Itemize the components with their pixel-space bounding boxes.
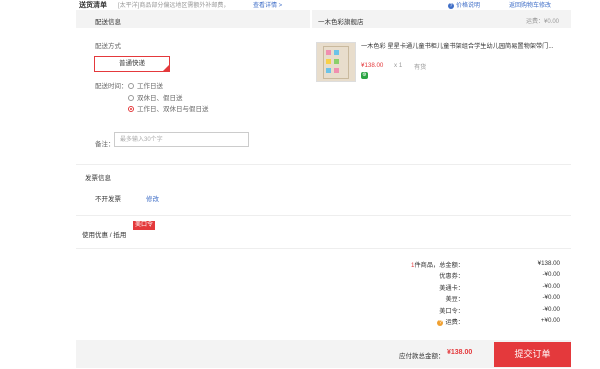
summary-token-label: 美口令： [439,308,464,315]
delivery-time-option-label: 双休日、假日送 [137,95,183,102]
shelf-bin [326,59,331,64]
delivery-time-option-weekdays[interactable]: 工作日送 [128,80,163,90]
pay-total-label: 应付款总金额： [399,353,445,360]
page-title: 送货清单 [79,2,107,9]
summary-freight-label: ? 运费： [364,317,464,326]
summary-card-value: -¥0.00 [542,283,560,290]
shelf-bin [334,59,339,64]
note-input[interactable] [114,132,249,147]
pay-total-amount: ¥138.00 [447,349,473,356]
coupon-section-title[interactable]: 使用优惠 / 抵用 [82,229,126,239]
radio-icon[interactable] [128,83,134,89]
note-label: 备注： [95,141,115,148]
shipping-notice-text: [太平洋]商品部分偏远地区需额外补邮费， [118,3,230,9]
divider [76,164,571,165]
shipping-method-option-label: 普通快递 [119,60,145,67]
shop-freight: 运费：¥0.00 [526,19,560,25]
radio-selected-icon[interactable] [128,106,134,112]
summary-card-label: 美通卡： [439,285,464,292]
coupon-badge[interactable]: 美口令 [133,221,156,230]
price-help-label: 价格说明 [456,3,481,9]
product-title[interactable]: 一木色彩 星星卡通儿童书柜儿童书架组合学生幼儿园简易置物架带门... [361,43,561,50]
shipping-method-label: 配送方式 [95,43,121,50]
info-icon: ? [448,3,454,9]
invoice-section-title: 发票信息 [85,175,111,182]
product-price: ¥138.00 [361,62,384,69]
invoice-edit-link[interactable]: 修改 [146,193,159,203]
submit-order-button[interactable]: 提交订单 [494,342,571,367]
summary-token-value: -¥0.00 [542,306,560,313]
product-quantity: x 1 [394,62,403,69]
delivery-time-label: 配送时间： [95,83,128,90]
promo-icon: ⚙ [361,72,368,79]
summary-beans-label: 美豆： [445,296,464,303]
product-image[interactable] [316,42,356,82]
back-to-cart-link[interactable]: 返回购物车修改 [509,0,551,9]
summary-total-label: 1件商品，总金额： [364,260,464,269]
summary-coupon-label: 优惠券： [439,273,464,280]
divider [76,248,571,249]
summary-beans-value: -¥0.00 [542,294,560,301]
summary-freight-value: +¥0.00 [540,317,560,324]
selected-corner-icon [162,64,170,72]
delivery-time-option-all[interactable]: 工作日、双休日与假日送 [128,103,209,113]
price-help-link[interactable]: ? 价格说明 [448,0,480,9]
delivery-time-option-weekends[interactable]: 双休日、假日送 [128,92,183,102]
summary-label-text: 件商品，总金额： [414,262,465,269]
shipping-notice: [太平洋]商品部分偏远地区需额外补邮费， [118,0,229,9]
shelf-bin [326,68,331,73]
shelf-bin [326,50,331,55]
delivery-time-option-label: 工作日、双休日与假日送 [137,106,209,113]
summary-label-text: 运费： [445,319,464,326]
shelf-bin [334,68,339,73]
summary-coupon-value: -¥0.00 [542,271,560,278]
view-details-link[interactable]: 查看详情 > [253,0,282,9]
shipping-method-option[interactable]: 普通快递 [94,56,170,72]
radio-icon[interactable] [128,95,134,101]
help-icon[interactable]: ? [437,320,444,326]
product-stock: 有货 [414,64,427,71]
shop-name: 一木色彩旗舰店 [318,19,364,26]
delivery-time-option-label: 工作日送 [137,83,163,90]
invoice-type: 不开发票 [95,196,121,203]
summary-total-value: ¥138.00 [537,260,560,267]
shipping-section-title: 配送信息 [95,19,121,26]
shelf-bin [334,50,339,55]
divider [76,215,571,216]
